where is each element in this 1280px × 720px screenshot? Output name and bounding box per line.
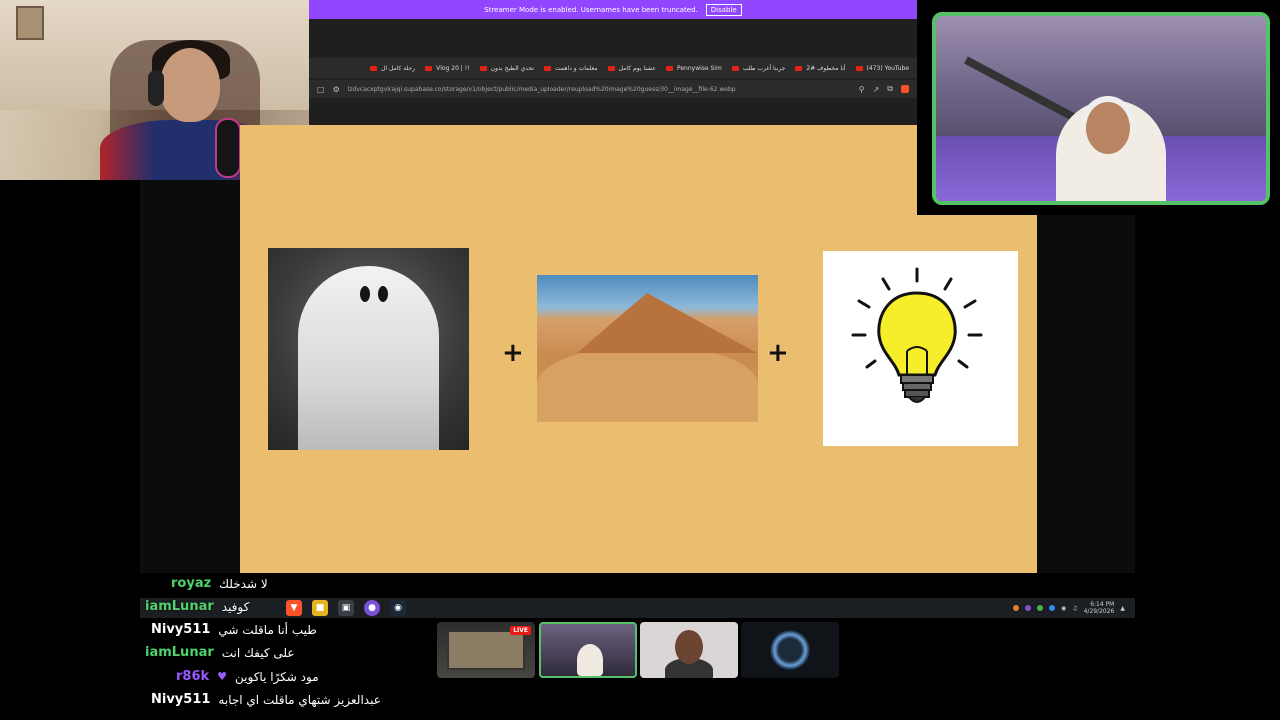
- bookmarks-bar: (473) YouTube أنا مخطوف #2 جربنا أغرب طل…: [309, 58, 917, 78]
- search-icon[interactable]: ⚲: [859, 85, 865, 94]
- youtube-icon: [479, 65, 487, 71]
- tray-app-icon[interactable]: [1048, 605, 1055, 611]
- youtube-icon: [370, 65, 378, 71]
- chat-message: Nivy511 طيب أنا ماقلت شي: [151, 622, 317, 637]
- chat-text: عبدالعزيز شتهاي ماقلت اي اجابه: [218, 692, 381, 707]
- notification-bell-icon[interactable]: ▲: [1120, 605, 1125, 612]
- volume-icon[interactable]: ♫: [1072, 605, 1077, 612]
- participant-thumbnail[interactable]: [539, 622, 637, 678]
- live-badge: LIVE: [510, 626, 531, 635]
- address-bar[interactable]: □ ⚙ lzdvcacxptgvlrajqi.supabase.co/stora…: [309, 80, 917, 98]
- bookmark-item[interactable]: Pennywise Sim: [665, 65, 722, 72]
- desktop-background-left: [140, 180, 240, 573]
- stream-frame: Streamer Mode is enabled. Usernames have…: [0, 0, 1280, 720]
- chat-text: مود شكرًا ياكوين: [235, 669, 319, 684]
- url-text[interactable]: lzdvcacxptgvlrajqi.supabase.co/storage/v…: [348, 86, 851, 93]
- chat-username: r86k: [176, 669, 210, 684]
- share-icon[interactable]: ↗: [873, 85, 880, 94]
- lightbulb-image: [823, 251, 1018, 446]
- youtube-icon: [425, 65, 433, 71]
- youtube-icon: [855, 65, 863, 71]
- bookmark-item[interactable]: أنا مخطوف #2: [795, 65, 846, 72]
- disable-streamer-mode-button[interactable]: Disable: [705, 3, 742, 16]
- chat-username: royaz: [171, 576, 212, 591]
- partner-webcam: [917, 0, 1280, 215]
- site-info-icon[interactable]: ⚙: [333, 85, 340, 94]
- youtube-icon: [544, 65, 551, 71]
- bookmark-item[interactable]: Vlog 20 | !!: [425, 65, 470, 72]
- plus-sign: +: [767, 338, 789, 368]
- chat-message: r86k ♥ مود شكرًا ياكوين: [176, 669, 319, 684]
- clock-time: 6:14 PM: [1090, 601, 1115, 608]
- chat-username: iamLunar: [145, 645, 214, 660]
- streamer-mode-banner: Streamer Mode is enabled. Usernames have…: [309, 0, 917, 19]
- ghost-image: [268, 248, 469, 450]
- bookmark-item[interactable]: معلمات و داهمت: [544, 65, 598, 72]
- bookmark-item[interactable]: رحلة كامل ال: [370, 65, 415, 72]
- bookmark-item[interactable]: عشنا يوم كامل: [607, 65, 656, 72]
- clock[interactable]: 6:14 PM 4/29/2026: [1084, 601, 1115, 615]
- desert-image: [537, 275, 758, 422]
- heart-icon: ♥: [217, 670, 228, 683]
- chat-message: iamLunar على كيفك انت: [145, 645, 295, 660]
- chat-message: Nivy511 عبدالعزيز شتهاي ماقلت اي اجابه: [151, 692, 381, 707]
- desktop-background-right: [1037, 215, 1135, 573]
- tray-app-icon[interactable]: [1024, 605, 1031, 611]
- bookmark-icon[interactable]: □: [317, 85, 325, 94]
- tray-app-icon[interactable]: [1012, 605, 1019, 611]
- clock-date: 4/29/2026: [1083, 608, 1115, 615]
- lightbulb-icon: [851, 267, 983, 403]
- copy-icon[interactable]: ⧉: [887, 84, 893, 94]
- bookmark-item[interactable]: تحدي الطبخ بدون: [479, 65, 534, 72]
- youtube-icon: [665, 65, 673, 71]
- tray-app-icon[interactable]: [1036, 605, 1043, 611]
- chat-text: طيب أنا ماقلت شي: [218, 622, 317, 637]
- chat-username: Nivy511: [151, 622, 211, 637]
- youtube-icon: [607, 65, 615, 71]
- chat-text: على كيفك انت: [221, 645, 295, 660]
- bookmark-item[interactable]: جربنا أغرب طلب: [731, 65, 785, 72]
- chat-message: royaz لا شدخلك: [171, 576, 268, 591]
- system-tray: ◉ ♫ 6:14 PM 4/29/2026 ▲: [1012, 601, 1125, 615]
- chat-text: لا شدخلك: [219, 576, 268, 591]
- streamer-banner-text: Streamer Mode is enabled. Usernames have…: [484, 5, 698, 14]
- chat-username: iamLunar: [145, 599, 214, 614]
- youtube-icon: [795, 65, 803, 71]
- bookmark-item[interactable]: (473) YouTube: [855, 65, 909, 72]
- participant-thumbnail[interactable]: [640, 622, 738, 678]
- wifi-icon[interactable]: ◉: [1061, 605, 1066, 612]
- youtube-icon: [731, 65, 739, 71]
- chat-text: كوفيد: [221, 599, 250, 614]
- plus-sign: +: [502, 338, 524, 368]
- participant-cam-strip: LIVE: [437, 622, 839, 678]
- participant-thumbnail[interactable]: [741, 622, 839, 678]
- browser-window: Streamer Mode is enabled. Usernames have…: [309, 0, 917, 125]
- brave-shield-icon[interactable]: [901, 85, 909, 93]
- participant-thumbnail[interactable]: LIVE: [437, 622, 535, 678]
- chat-message: iamLunar كوفيد: [145, 599, 249, 614]
- chat-username: Nivy511: [151, 692, 211, 707]
